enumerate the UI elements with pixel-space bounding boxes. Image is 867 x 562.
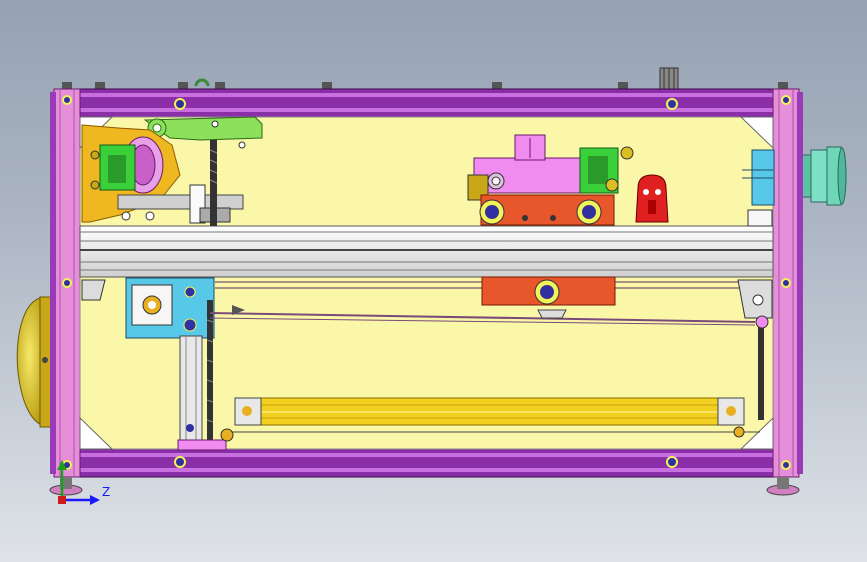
axis-triad[interactable]	[48, 460, 108, 510]
teal-connector[interactable]	[796, 146, 847, 206]
z-axis-head	[90, 495, 100, 505]
cad-viewport[interactable]: Z	[0, 0, 867, 562]
y-axis-head	[57, 460, 67, 470]
lead-screw[interactable]	[209, 140, 218, 226]
gold-motor-flange[interactable]	[16, 296, 55, 428]
triad-origin	[58, 496, 66, 504]
cad-model-drawing[interactable]	[0, 0, 867, 562]
z-axis-label: Z	[102, 485, 111, 499]
leveling-feet	[49, 477, 800, 496]
red-cover[interactable]	[635, 174, 669, 223]
linear-rail[interactable]	[79, 225, 774, 278]
top-bolts	[62, 67, 788, 90]
